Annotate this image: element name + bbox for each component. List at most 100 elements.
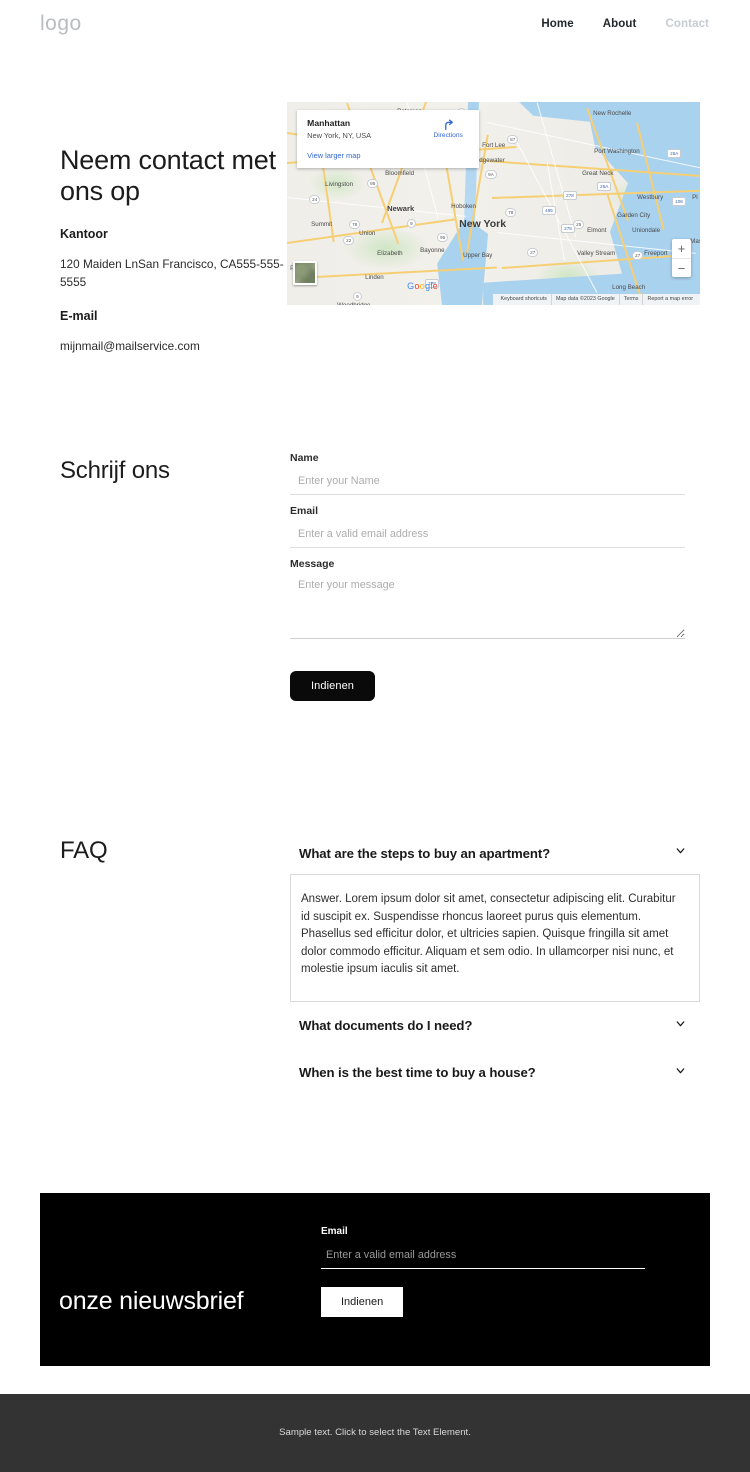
message-textarea[interactable]	[290, 577, 685, 639]
google-watermark: Google	[407, 281, 439, 291]
map-route-shield: 27	[527, 248, 539, 257]
field-message: Message	[290, 558, 685, 644]
email-address[interactable]: mijnmail@mailservice.com	[60, 337, 285, 355]
map-zoom-in-button[interactable]: +	[672, 239, 691, 258]
map-place-label: Union	[359, 230, 376, 237]
office-address: 120 Maiden LnSan Francisco, CA555-555-55…	[60, 257, 284, 289]
map-place-label: New York	[459, 218, 507, 230]
report-map-error-link[interactable]: Report a map error	[643, 294, 697, 305]
map-zoom-out-button[interactable]: −	[672, 258, 691, 277]
chevron-down-icon[interactable]	[674, 1064, 687, 1082]
footer-text[interactable]: Sample text. Click to select the Text El…	[279, 1427, 471, 1438]
map-place-label: Newark	[387, 204, 415, 213]
faq-answer-panel: Answer. Lorem ipsum dolor sit amet, cons…	[290, 874, 700, 1002]
main-nav: Home About Contact	[541, 18, 709, 30]
view-larger-map-link[interactable]: View larger map	[307, 151, 469, 160]
faq-item: What are the steps to buy an apartment? …	[290, 834, 700, 1002]
map-place-label: Livingston	[325, 181, 354, 188]
faq-question-toggle[interactable]: When is the best time to buy a house?	[290, 1049, 700, 1096]
directions-button[interactable]: Directions	[425, 118, 471, 139]
map-route-shield: 9A	[485, 170, 497, 179]
map-route-shield: 22	[343, 236, 355, 245]
map-place-label: Valley Stream	[577, 250, 616, 257]
contact-form-section: Schrijf ons Name Email Message Indienen	[0, 355, 750, 701]
form-heading: Schrijf ons	[60, 457, 170, 484]
map-route-shield: 24	[309, 195, 321, 204]
map-route-shield: 25A	[667, 149, 682, 158]
map-place-label: Hoboken	[451, 203, 476, 210]
message-label: Message	[290, 558, 335, 570]
faq-list: What are the steps to buy an apartment? …	[290, 834, 700, 1096]
map-route-shield: 9	[407, 219, 416, 228]
newsletter-section: onze nieuwsbrief Email Indienen	[40, 1192, 710, 1366]
field-name: Name	[290, 452, 685, 495]
submit-button[interactable]: Indienen	[290, 671, 376, 701]
map-info-card: Manhattan New York, NY, USA View larger …	[297, 110, 480, 168]
email-label: Email	[290, 505, 319, 517]
map-place-label: Linden	[365, 274, 384, 281]
map-data-credit: Map data ©2023 Google	[552, 294, 620, 305]
keyboard-shortcuts-link[interactable]: Keyboard shortcuts	[496, 294, 552, 305]
nav-link-about[interactable]: About	[603, 18, 637, 30]
map-place-label: Upper Bay	[463, 252, 493, 259]
map-zoom-controls: + −	[672, 239, 691, 277]
map-route-shield: 95	[367, 179, 379, 188]
newsletter-email-input[interactable]	[321, 1248, 645, 1269]
faq-item: What documents do I need?	[290, 1002, 700, 1049]
faq-heading: FAQ	[60, 837, 108, 864]
map-place-label: Elizabeth	[377, 250, 403, 257]
map-route-shield: 25	[573, 220, 585, 229]
page-title: Neem contact met ons op	[60, 145, 276, 206]
map-place-label: Freeport	[644, 250, 668, 257]
map-street-view-thumbnail[interactable]	[293, 261, 318, 285]
newsletter-submit-button[interactable]: Indienen	[321, 1286, 404, 1317]
map-route-shield: 78	[349, 220, 361, 229]
map-place-label: Bloomfield	[385, 170, 415, 177]
office-label: Kantoor	[60, 227, 108, 241]
map-route-shield: 95	[437, 233, 449, 242]
site-footer: Sample text. Click to select the Text El…	[0, 1393, 750, 1472]
map-place-label: Westbury	[637, 194, 664, 201]
site-header: logo Home About Contact	[0, 0, 750, 47]
name-input[interactable]	[290, 475, 685, 495]
logo[interactable]: logo	[40, 12, 82, 36]
map-place-label: Fort Lee	[482, 142, 506, 149]
chevron-down-icon[interactable]	[674, 844, 687, 862]
nav-link-home[interactable]: Home	[541, 18, 573, 30]
nav-link-contact[interactable]: Contact	[665, 18, 709, 30]
map-place-label: Mas	[690, 238, 700, 245]
faq-question-text: What are the steps to buy an apartment?	[299, 845, 551, 861]
map-place-label: Bayonne	[420, 247, 445, 254]
faq-question-text: What documents do I need?	[299, 1018, 473, 1033]
map-route-shield: 9	[353, 292, 362, 301]
map-route-shield: 278	[563, 191, 577, 200]
faq-answer-text: Answer. Lorem ipsum dolor sit amet, cons…	[301, 893, 676, 975]
faq-item: When is the best time to buy a house?	[290, 1049, 700, 1096]
map-attribution-bar: Keyboard shortcuts Map data ©2023 Google…	[493, 294, 700, 305]
map-place-label: Elmont	[587, 227, 607, 234]
faq-question-toggle[interactable]: What are the steps to buy an apartment?	[290, 834, 700, 872]
chevron-down-icon[interactable]	[674, 1017, 687, 1035]
terms-link[interactable]: Terms	[620, 294, 644, 305]
directions-label: Directions	[433, 132, 463, 139]
map-place-label: Garden City	[617, 212, 651, 219]
newsletter-email-label: Email	[321, 1225, 348, 1237]
map-route-shield: 78	[505, 208, 517, 217]
map-route-shield: 25A	[597, 182, 612, 191]
newsletter-form: Email Indienen	[321, 1226, 710, 1333]
google-map[interactable]: New YorkNewarkNew RochellePatersonFort L…	[287, 102, 700, 305]
map-route-shield: 106	[672, 197, 686, 206]
map-place-label: Edgewater	[475, 157, 505, 164]
map-route-shield: 27	[632, 251, 644, 260]
map-place-label: Summit	[311, 221, 333, 228]
map-place-label: Pl	[692, 194, 698, 201]
contact-form: Name Email Message Indienen	[290, 452, 685, 701]
map-place-label: Port Washington	[594, 148, 640, 155]
faq-question-toggle[interactable]: What documents do I need?	[290, 1002, 700, 1049]
map-place-label: New Rochelle	[593, 110, 632, 117]
email-input[interactable]	[290, 528, 685, 548]
field-email: Email	[290, 505, 685, 548]
directions-icon	[425, 118, 471, 131]
faq-section: FAQ What are the steps to buy an apartme…	[0, 701, 750, 1096]
map-route-shield: 87	[507, 135, 519, 144]
